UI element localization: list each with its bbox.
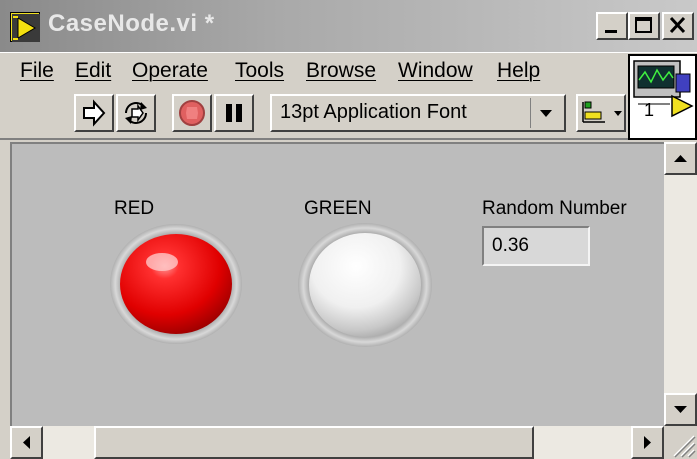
scroll-left-button[interactable] <box>10 426 43 459</box>
labview-vi-icon[interactable] <box>10 12 40 42</box>
window-title: CaseNode.vi * <box>48 10 215 37</box>
numeric-indicator-label: Random Number <box>482 198 627 219</box>
run-button[interactable] <box>74 94 114 132</box>
chevron-down-icon[interactable] <box>530 98 560 128</box>
title-bar[interactable]: CaseNode.vi * <box>0 0 697 52</box>
red-led-label: RED <box>114 198 155 219</box>
scroll-down-button[interactable] <box>664 393 697 426</box>
scroll-right-button[interactable] <box>631 426 664 459</box>
window-left-border <box>0 142 10 459</box>
menu-window[interactable]: Window <box>398 59 473 83</box>
menu-bar: File Edit Operate Tools Browse Window He… <box>0 52 697 88</box>
green-led-indicator[interactable] <box>294 220 436 350</box>
vertical-scroll-track[interactable] <box>664 175 697 393</box>
toolbar: 13pt Application Font <box>0 88 697 140</box>
align-objects-icon <box>578 101 624 134</box>
waveform-chart-icon <box>630 60 695 142</box>
vertical-scrollbar[interactable] <box>664 142 697 426</box>
menu-edit[interactable]: Edit <box>75 59 111 83</box>
menu-file[interactable]: File <box>20 59 54 83</box>
scroll-up-button[interactable] <box>664 142 697 175</box>
pause-button[interactable] <box>214 94 254 132</box>
abort-button[interactable] <box>172 94 212 132</box>
font-selector-value: 13pt Application Font <box>280 101 467 123</box>
align-objects-button[interactable] <box>576 94 626 132</box>
resize-grip[interactable] <box>664 426 697 459</box>
random-number-indicator[interactable]: 0.36 <box>482 226 590 266</box>
menu-help[interactable]: Help <box>497 59 540 83</box>
resize-grip-icon <box>664 435 697 459</box>
connector-pane[interactable]: 1 <box>628 54 697 140</box>
horizontal-scroll-thumb[interactable] <box>94 426 534 459</box>
red-led-indicator[interactable] <box>106 222 246 346</box>
minimize-button[interactable] <box>596 12 628 40</box>
menu-browse[interactable]: Browse <box>306 59 376 83</box>
maximize-button[interactable] <box>628 12 660 40</box>
labview-window: CaseNode.vi * File Edit Operate Tools Br… <box>0 0 697 459</box>
horizontal-scrollbar[interactable] <box>10 426 664 459</box>
menu-operate[interactable]: Operate <box>132 59 208 83</box>
menu-tools[interactable]: Tools <box>235 59 284 83</box>
run-continuously-button[interactable] <box>116 94 156 132</box>
font-selector-dropdown[interactable]: 13pt Application Font <box>270 94 566 132</box>
close-button[interactable] <box>662 12 694 40</box>
connector-pane-number: 1 <box>644 100 655 120</box>
random-number-value: 0.36 <box>492 235 529 256</box>
green-led-label: GREEN <box>304 198 372 219</box>
